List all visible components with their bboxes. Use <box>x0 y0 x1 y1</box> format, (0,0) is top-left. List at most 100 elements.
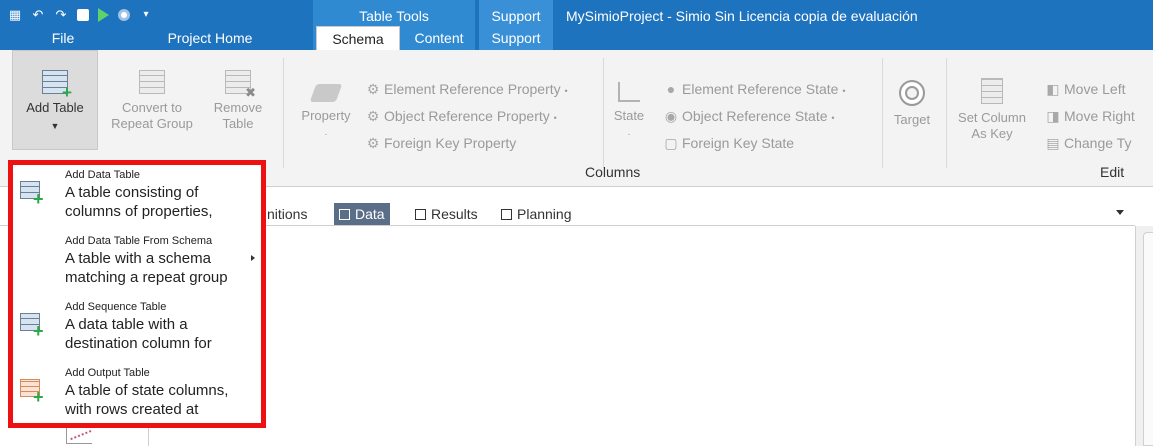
tab-support[interactable]: Support <box>479 26 553 50</box>
ribbon-separator <box>283 58 284 168</box>
tab-planning[interactable]: Planning <box>496 203 577 225</box>
menu-item-desc-line2: with rows created at <box>65 401 199 418</box>
convert-to-repeat-group-button[interactable]: Convert to Repeat Group <box>102 70 202 132</box>
save-icon[interactable] <box>77 9 89 21</box>
menu-item-add-data-table[interactable]: + Add Data Table A table consisting of c… <box>13 165 261 231</box>
change-type-label: Change Ty <box>1064 135 1132 151</box>
quick-access-toolbar: ▦ ↶ ↷ ▾ <box>8 8 153 22</box>
move-right-button[interactable]: ◨ Move Right <box>1046 107 1135 125</box>
group-label-columns: Columns <box>585 164 641 180</box>
add-table-icon: + <box>42 70 72 101</box>
element-reference-icon: ⚙ <box>366 81 380 97</box>
foreign-key-icon: ⚙ <box>366 135 380 151</box>
move-right-label: Move Right <box>1064 108 1135 124</box>
convert-label-line2: Repeat Group <box>111 116 193 131</box>
set-column-label-line2: As Key <box>971 126 1013 141</box>
tab-results-label: Results <box>431 206 478 222</box>
property-label: Property <box>301 108 351 123</box>
foreign-key-state-button[interactable]: ▢ Foreign Key State <box>664 134 794 152</box>
state-dropdown-icon[interactable]: ․ <box>608 124 650 140</box>
context-group-label: Table Tools <box>359 8 429 24</box>
tab-content[interactable]: Content <box>402 26 476 50</box>
submenu-arrow-icon <box>251 255 255 261</box>
element-reference-state-button[interactable]: ● Element Reference State • <box>664 80 846 100</box>
tab-file[interactable]: File <box>40 26 86 50</box>
set-column-label-line1: Set Column <box>958 110 1026 125</box>
ribbon-separator <box>603 58 604 168</box>
state-label: State <box>613 108 645 123</box>
target-icon <box>899 80 925 106</box>
tab-results[interactable]: Results <box>410 203 483 225</box>
output-table-icon: + <box>20 379 44 406</box>
property-dropdown-icon[interactable]: ․ <box>290 124 362 140</box>
set-column-as-key-button[interactable]: Set Column As Key <box>952 78 1032 142</box>
right-panel-frame <box>1143 232 1153 446</box>
tabs-overflow-dropdown-icon[interactable] <box>1116 210 1124 215</box>
redo-icon[interactable]: ↷ <box>54 8 68 22</box>
menu-item-add-output-table[interactable]: + Add Output Table A table of state colu… <box>13 363 261 423</box>
add-table-dropdown-menu: + Add Data Table A table consisting of c… <box>8 160 266 428</box>
menu-item-desc-line1: A table with a schema <box>65 250 211 267</box>
menu-item-desc-line2: matching a repeat group <box>65 269 228 286</box>
tab-data[interactable]: Data <box>334 203 390 225</box>
menu-item-add-data-table-from-schema[interactable]: Add Data Table From Schema A table with … <box>13 231 261 297</box>
menu-item-title: Add Data Table From Schema <box>65 235 213 247</box>
add-table-button[interactable]: + Add Table ▼ <box>12 70 98 134</box>
property-button[interactable]: Property ․ <box>290 84 362 140</box>
convert-label-line1: Convert to <box>122 100 182 115</box>
foreign-key-state-icon: ▢ <box>664 135 678 151</box>
foreign-key-state-label: Foreign Key State <box>682 135 795 151</box>
menu-item-desc-line1: A table of state columns, <box>65 382 229 399</box>
convert-table-icon <box>139 70 165 94</box>
add-table-dropdown-icon[interactable]: ▼ <box>12 118 98 134</box>
group-label-edit: Edit <box>1100 164 1125 180</box>
element-reference-property-button[interactable]: ⚙ Element Reference Property • <box>366 80 568 100</box>
object-reference-state-label: Object Reference State <box>682 108 828 124</box>
element-reference-property-label: Element Reference Property <box>384 81 561 97</box>
app-icon[interactable]: ▦ <box>8 8 22 22</box>
object-reference-state-button[interactable]: ◉ Object Reference State • <box>664 107 835 127</box>
tab-schema[interactable]: Schema <box>316 26 400 50</box>
chart-icon[interactable] <box>66 428 92 444</box>
customize-qat-icon[interactable]: ▾ <box>139 8 153 22</box>
menu-item-add-sequence-table[interactable]: + Add Sequence Table A data table with a… <box>13 297 261 363</box>
remove-label-line2: Table <box>222 116 254 131</box>
menu-item-title: Add Output Table <box>65 367 150 379</box>
move-left-button[interactable]: ◧ Move Left <box>1046 80 1125 98</box>
set-key-icon <box>981 78 1003 104</box>
move-right-icon: ◨ <box>1046 108 1060 124</box>
move-left-icon: ◧ <box>1046 81 1060 97</box>
stop-icon[interactable] <box>118 9 130 21</box>
menu-item-title: Add Data Table <box>65 169 141 181</box>
object-reference-state-icon: ◉ <box>664 108 678 124</box>
run-icon[interactable] <box>98 8 109 22</box>
element-reference-state-label: Element Reference State <box>682 81 839 97</box>
element-reference-state-icon: ● <box>666 81 676 97</box>
window-title: MySimioProject - Simio Sin Licencia copi… <box>566 8 918 24</box>
change-type-button[interactable]: ▤ Change Ty <box>1046 134 1131 152</box>
menu-item-desc-line1: A table consisting of <box>65 184 199 201</box>
foreign-key-property-button[interactable]: ⚙ Foreign Key Property <box>366 134 517 152</box>
target-button[interactable]: Target <box>886 80 938 128</box>
state-button[interactable]: State ․ <box>608 82 650 140</box>
tab-planning-label: Planning <box>517 206 572 222</box>
target-label: Target <box>893 112 931 127</box>
object-reference-property-button[interactable]: ⚙ Object Reference Property • <box>366 107 557 127</box>
remove-table-icon: ✖ <box>225 70 256 100</box>
property-icon <box>309 84 343 102</box>
move-left-label: Move Left <box>1064 81 1126 97</box>
menu-item-desc-line2: columns of properties, <box>65 203 213 220</box>
data-table-icon: + <box>20 181 44 208</box>
tab-definitions[interactable]: nitions <box>262 203 312 225</box>
tab-project-home[interactable]: Project Home <box>155 26 265 50</box>
planning-icon <box>501 209 512 220</box>
menu-item-desc-line1: A data table with a <box>65 316 188 333</box>
remove-table-button[interactable]: ✖ Remove Table <box>208 70 268 132</box>
state-icon <box>618 82 640 102</box>
menu-item-desc-line2: destination column for <box>65 335 212 352</box>
title-bar: ▦ ↶ ↷ ▾ Table Tools Support MySimioProje… <box>0 0 1153 50</box>
results-icon <box>415 209 426 220</box>
undo-icon[interactable]: ↶ <box>31 8 45 22</box>
object-reference-property-label: Object Reference Property <box>384 108 550 124</box>
remove-label-line1: Remove <box>213 100 263 115</box>
